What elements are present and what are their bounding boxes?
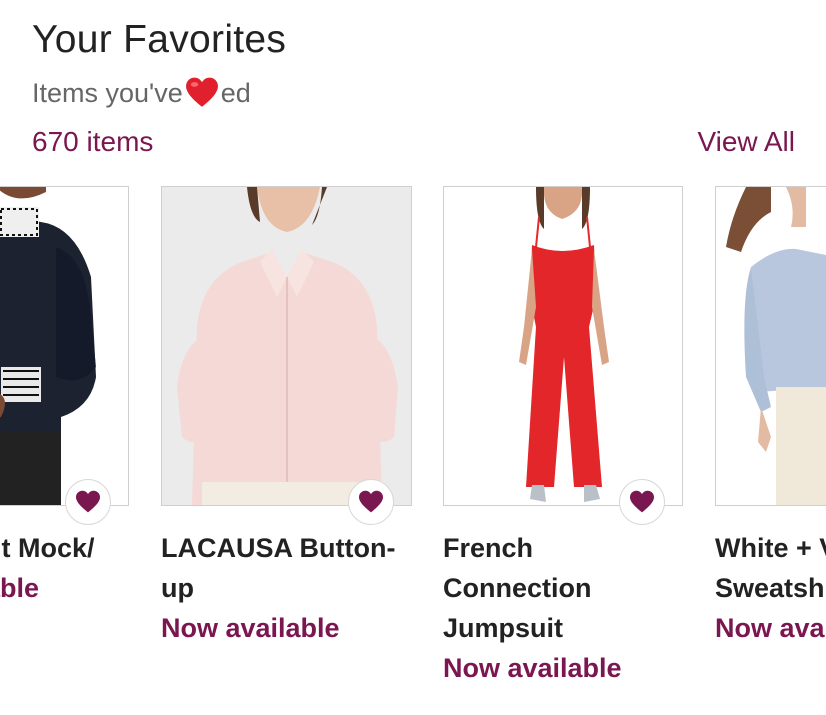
page-subtitle: Items you've ed bbox=[32, 76, 251, 110]
product-image[interactable] bbox=[161, 186, 412, 506]
product-image[interactable] bbox=[0, 186, 129, 506]
favorite-button[interactable] bbox=[65, 479, 111, 525]
favorite-button[interactable] bbox=[348, 479, 394, 525]
product-name[interactable]: LACAUSA Button- up Now available bbox=[161, 528, 421, 648]
heart-icon bbox=[630, 490, 654, 513]
heart-icon bbox=[76, 490, 100, 513]
view-all-link[interactable]: View All bbox=[697, 126, 795, 158]
favorites-count: 670 items bbox=[32, 126, 154, 157]
favorite-button[interactable] bbox=[619, 479, 665, 525]
subtitle-text-after: ed bbox=[220, 77, 251, 108]
product-name-line: LACAUSA Button- bbox=[161, 533, 396, 563]
product-name-line: Sweatsh bbox=[715, 573, 825, 603]
product-name-line: French bbox=[443, 533, 534, 563]
product-name-line: Connection bbox=[443, 573, 592, 603]
availability-status: Now available bbox=[443, 653, 622, 683]
product-name[interactable]: White + V Sweatsh Now ava bbox=[715, 528, 826, 648]
red-heart-icon bbox=[185, 77, 218, 107]
availability-status: Now available bbox=[161, 613, 340, 643]
availability-status: Now ava bbox=[715, 613, 825, 643]
product-name-line: ent Mock/ bbox=[0, 533, 95, 563]
product-name[interactable]: French Connection Jumpsuit Now available bbox=[443, 528, 683, 688]
availability-status: ilable bbox=[0, 573, 40, 603]
product-image[interactable] bbox=[443, 186, 683, 506]
subtitle-text-before: Items you've bbox=[32, 77, 183, 108]
product-name[interactable]: ent Mock/ ilable bbox=[0, 528, 140, 608]
product-name-line: White + V bbox=[715, 533, 826, 563]
product-name-line: Jumpsuit bbox=[443, 613, 564, 643]
page-title: Your Favorites bbox=[32, 18, 287, 61]
product-image[interactable] bbox=[715, 186, 826, 506]
product-name-line: up bbox=[161, 573, 194, 603]
heart-icon bbox=[359, 490, 383, 513]
